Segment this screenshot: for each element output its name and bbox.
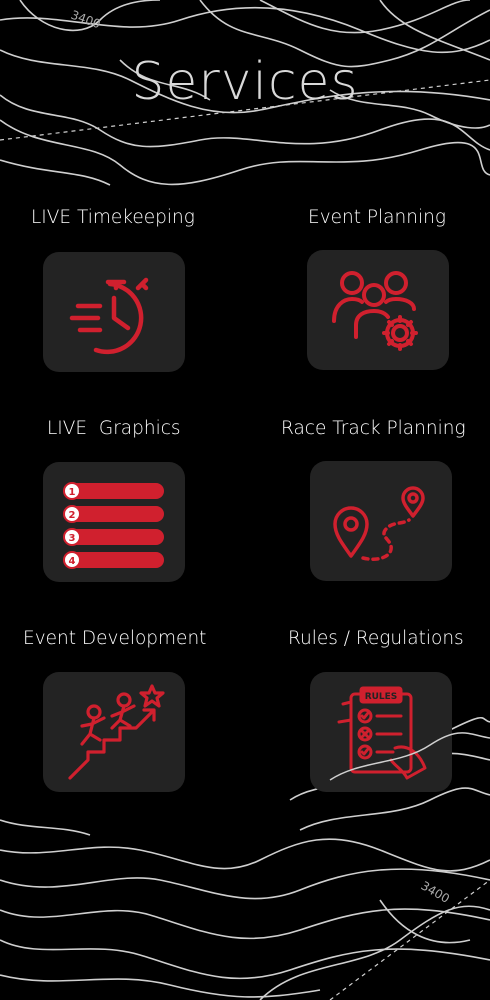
service-label-live-timekeeping: LIVE Timekeeping xyxy=(31,207,195,228)
climbing-stairs-icon xyxy=(68,684,165,780)
numbered-list-icon: 1 2 3 4 xyxy=(63,482,164,569)
svg-text:3400: 3400 xyxy=(419,878,452,905)
service-label-live-graphics: LIVE Graphics xyxy=(47,418,181,439)
list-number: 2 xyxy=(69,510,76,521)
service-tile-live-timekeeping[interactable] xyxy=(43,252,185,372)
service-label-event-planning: Event Planning xyxy=(308,207,446,228)
service-tile-live-graphics[interactable]: 1 2 3 4 xyxy=(43,462,185,582)
service-label-event-development: Event Development xyxy=(23,628,207,649)
page-title: Services xyxy=(131,52,359,112)
rules-sign-text: RULES xyxy=(365,692,398,702)
list-number: 3 xyxy=(69,533,76,544)
route-pins-icon xyxy=(333,486,425,561)
service-tile-race-track-planning[interactable] xyxy=(310,461,452,581)
service-tile-event-planning[interactable] xyxy=(307,250,449,370)
service-label-race-track-planning: Race Track Planning xyxy=(281,418,466,439)
list-number: 1 xyxy=(69,487,76,498)
team-gear-icon xyxy=(332,271,418,351)
service-tile-event-development[interactable] xyxy=(43,672,185,792)
rules-clipboard-icon: RULES xyxy=(337,686,427,780)
list-number: 4 xyxy=(69,556,76,567)
service-tile-rules-regulations[interactable]: RULES xyxy=(310,672,452,792)
service-label-rules-regulations: Rules / Regulations xyxy=(288,628,464,649)
stopwatch-icon xyxy=(69,277,149,355)
